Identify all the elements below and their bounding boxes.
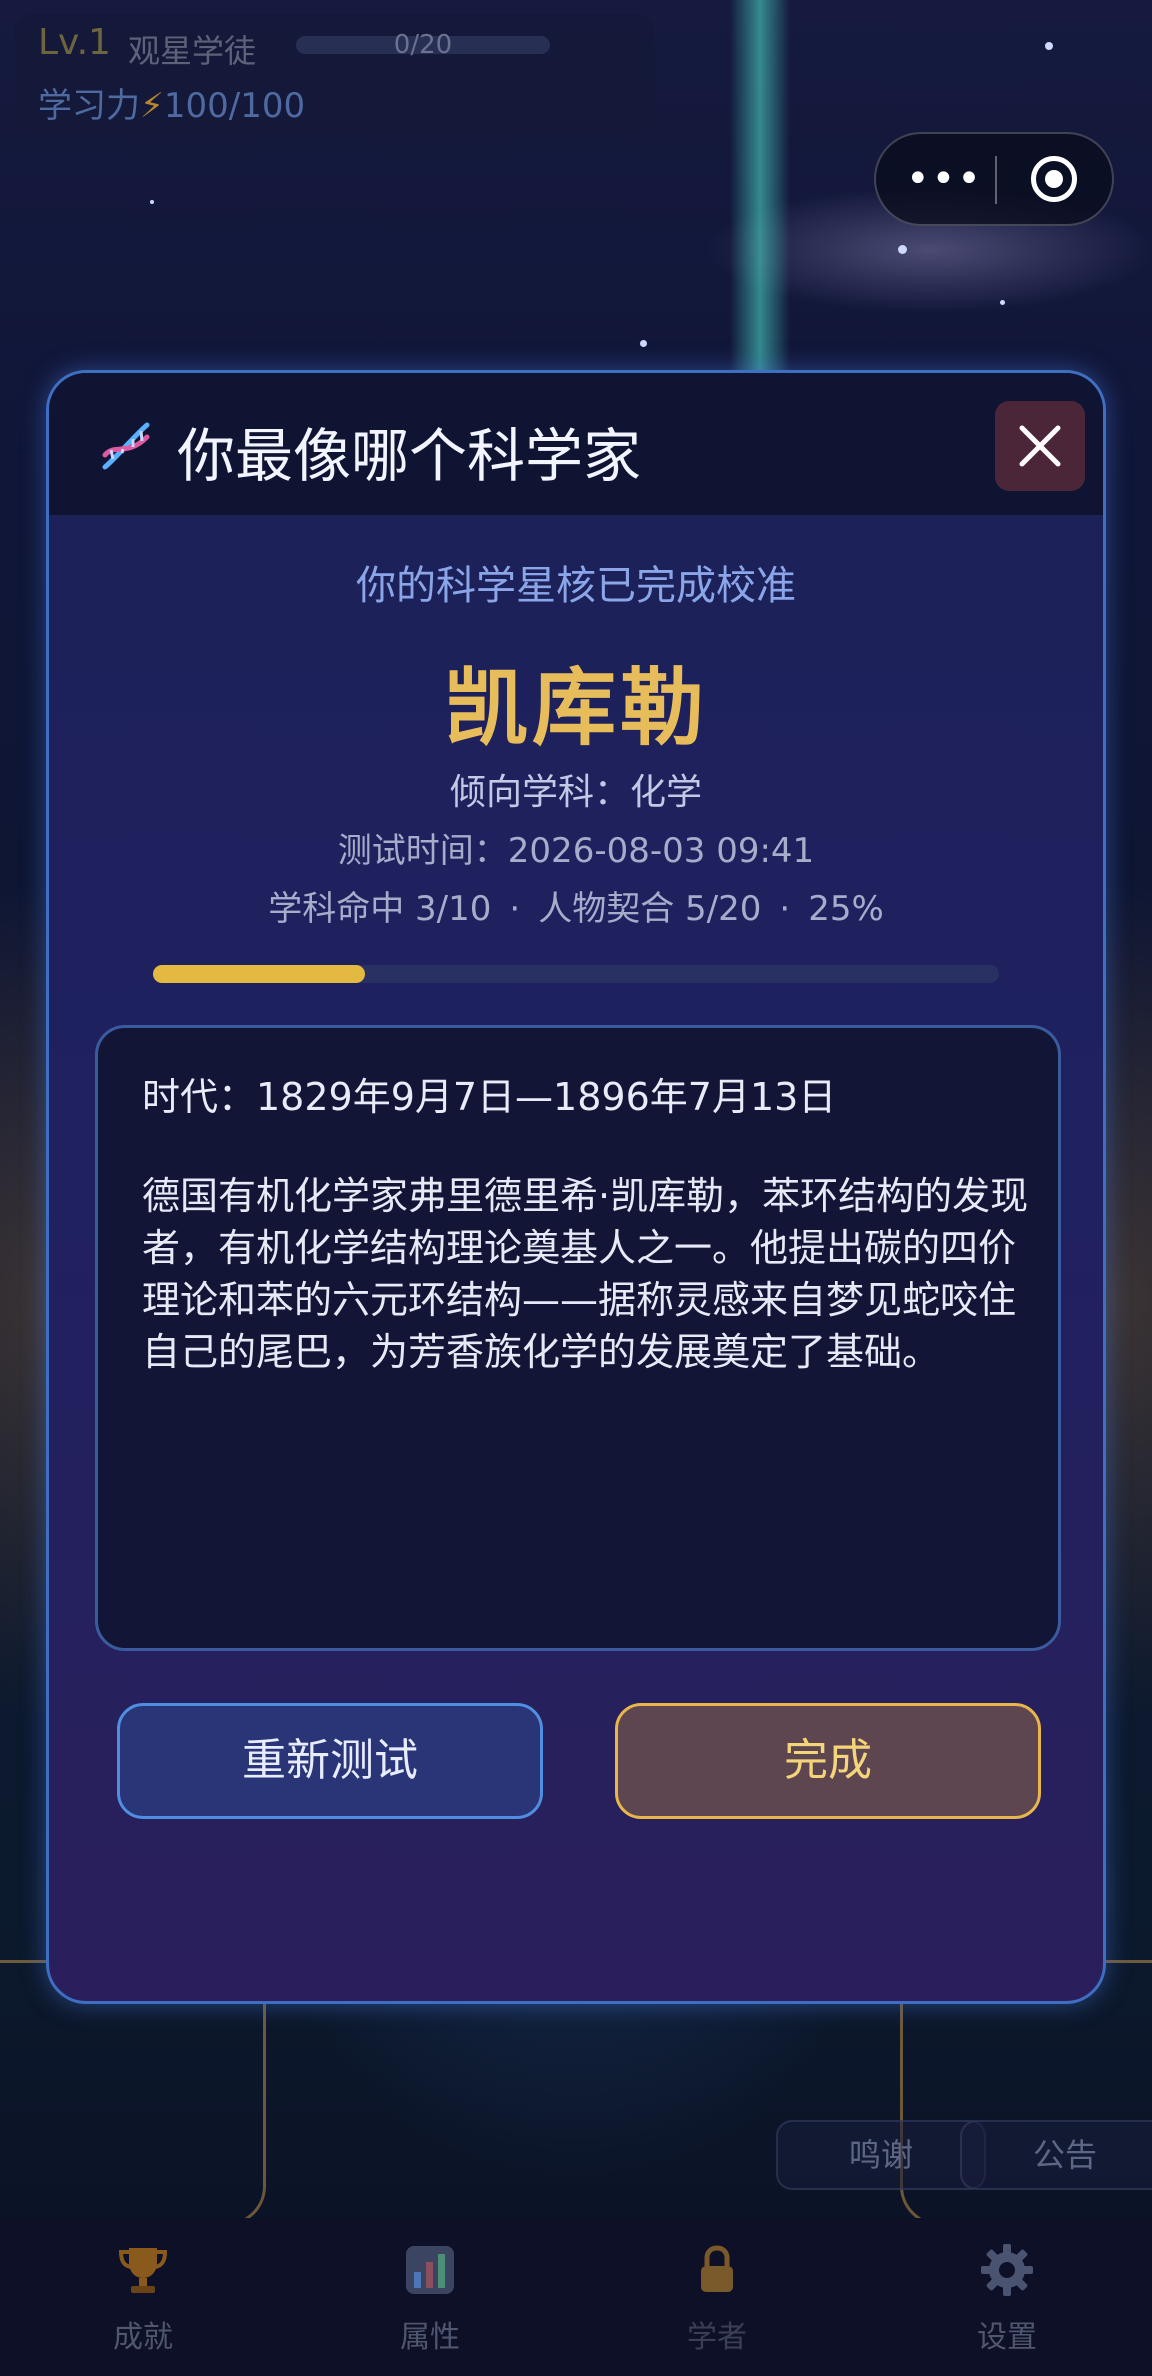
light-beam	[730, 0, 790, 380]
miniprogram-capsule: •••	[874, 132, 1114, 226]
power-label: 学习力	[38, 86, 140, 126]
trophy-icon	[118, 2248, 168, 2293]
separator: ·	[779, 889, 791, 929]
capsule-divider	[995, 156, 997, 204]
power-value: 100/100	[163, 86, 306, 126]
scientist-name: 凯库勒	[443, 659, 708, 757]
gear-icon	[981, 2244, 1033, 2296]
description-text: 德国有机化学家弗里德里希·凯库勒，苯环结构的发现者，有机化学结构理论奠基人之一。…	[142, 1174, 1029, 1374]
match-percent: 25%	[808, 889, 884, 929]
lightning-icon: ⚡	[140, 86, 164, 126]
match-stats: 学科命中 3/10 · 人物契合 5/20 · 25%	[49, 881, 1103, 930]
level-label: Lv.1	[38, 22, 111, 63]
done-button[interactable]: 完成	[615, 1703, 1041, 1819]
level-name: 观星学徒	[128, 32, 257, 70]
era-text: 时代：1829年9月7日—1896年7月13日	[142, 1075, 837, 1119]
more-dots-icon[interactable]: •••	[906, 154, 981, 204]
tab-scholars[interactable]: 学者	[642, 2240, 792, 2356]
tab-attributes[interactable]: 属性	[355, 2240, 505, 2356]
notice-button[interactable]: 公告	[960, 2120, 1152, 2190]
calibration-subtitle: 你的科学星核已完成校准	[356, 563, 796, 609]
close-icon	[1019, 425, 1061, 467]
modal-header: 你最像哪个科学家	[49, 373, 1103, 515]
tab-achievements[interactable]: 成就	[68, 2240, 218, 2356]
tab-label: 学者	[687, 2320, 747, 2355]
subject-line: 倾向学科：化学	[449, 772, 702, 813]
star	[640, 340, 647, 347]
modal-title: 你最像哪个科学家	[177, 422, 642, 490]
thanks-button[interactable]: 鸣谢	[776, 2120, 986, 2190]
match-progress-bar	[153, 965, 999, 983]
test-time: 测试时间：2026-08-03 09:41	[337, 831, 815, 871]
tab-settings[interactable]: 设置	[932, 2240, 1082, 2356]
close-button[interactable]	[995, 401, 1085, 491]
bottom-tabbar: 成就 属性 学者 设置	[0, 2218, 1152, 2376]
star	[1000, 300, 1005, 305]
power-readout: 学习力⚡100/100	[38, 78, 305, 127]
target-circle-icon[interactable]	[1031, 156, 1077, 202]
star	[898, 245, 907, 254]
star	[1045, 42, 1053, 50]
subject-hit: 学科命中 3/10	[268, 889, 492, 929]
tab-label: 属性	[400, 2320, 460, 2355]
result-modal: 你最像哪个科学家 你的科学星核已完成校准 凯库勒 倾向学科：化学 测试时间：20…	[46, 370, 1106, 2004]
dna-icon	[102, 422, 150, 470]
description-card: 时代：1829年9月7日—1896年7月13日 德国有机化学家弗里德里希·凯库勒…	[95, 1025, 1061, 1651]
tab-label: 设置	[977, 2320, 1037, 2355]
bar-chart-icon	[406, 2246, 454, 2294]
person-match: 人物契合 5/20	[538, 889, 762, 929]
tab-label: 成就	[113, 2320, 173, 2355]
retest-button[interactable]: 重新测试	[117, 1703, 543, 1819]
separator: ·	[509, 889, 521, 929]
lock-icon	[701, 2245, 733, 2292]
xp-text: 0/20	[393, 30, 453, 60]
match-progress-fill	[153, 965, 365, 983]
star	[150, 200, 154, 204]
